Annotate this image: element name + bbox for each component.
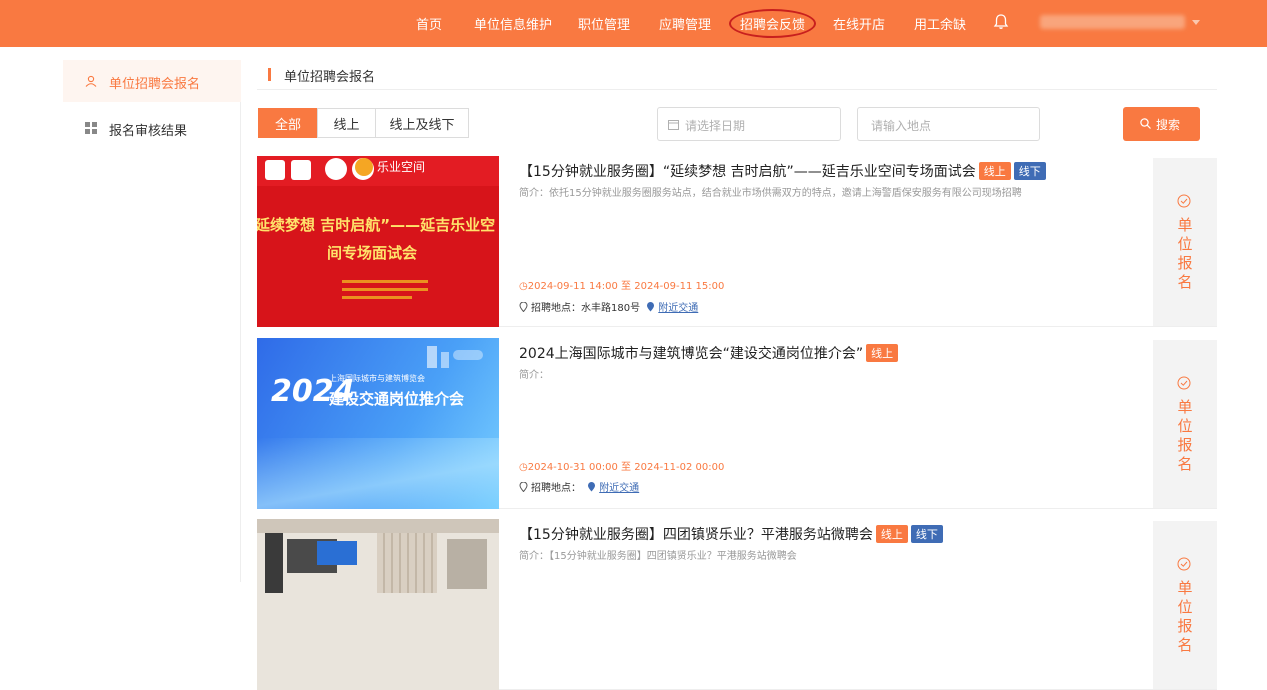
tag-online: 线上 bbox=[866, 344, 899, 362]
sidebar-item-label: 单位招聘会报名 bbox=[109, 77, 201, 92]
poster-headline: 延续梦想 吉时启航”——延吉乐业空 bbox=[257, 216, 496, 234]
poster-logo-text: 乐业空间 bbox=[377, 160, 426, 174]
nav-online-shop[interactable]: 在线开店 bbox=[833, 14, 885, 33]
location-label: 招聘地点： bbox=[531, 303, 581, 314]
search-label: 搜索 bbox=[1156, 118, 1181, 132]
tag-online: 线上 bbox=[978, 162, 1011, 180]
map-pin-icon bbox=[588, 482, 596, 492]
time-separator: 至 bbox=[621, 462, 632, 473]
page-title: 单位招聘会报名 bbox=[284, 70, 376, 85]
date-placeholder: 请选择日期 bbox=[685, 119, 746, 133]
apply-button[interactable]: 单位报名 bbox=[1153, 340, 1217, 508]
tab-all[interactable]: 全部 bbox=[258, 108, 318, 138]
breadcrumb: 单位招聘会报名 bbox=[257, 62, 1217, 90]
fair-intro: 简介：【15分钟就业服务圈】四团镇贤乐业？平港服务站微聘会 bbox=[519, 551, 797, 562]
time-separator: 至 bbox=[621, 281, 632, 292]
user-icon bbox=[85, 75, 97, 87]
sidebar-item-review-results[interactable]: 报名审核结果 bbox=[63, 107, 241, 149]
apply-button[interactable]: 单位报名 bbox=[1153, 521, 1217, 689]
location-placeholder: 请输入地点 bbox=[871, 119, 932, 133]
check-circle-icon bbox=[1177, 376, 1191, 390]
check-circle-icon bbox=[1177, 194, 1191, 208]
time-start: 2024-10-31 00:00 bbox=[527, 462, 618, 473]
fair-time: ◷2024-09-11 14:00 至 2024-09-11 15:00 bbox=[519, 277, 724, 292]
fair-title-text: 【15分钟就业服务圈】四团镇贤乐业？平港服务站微聘会 bbox=[519, 527, 873, 543]
apply-label: 单位报名 bbox=[1177, 216, 1193, 291]
time-start: 2024-09-11 14:00 bbox=[527, 281, 618, 292]
tab-online-offline[interactable]: 线上及线下 bbox=[375, 108, 469, 138]
job-fair-card: 2024 上海国际城市与建筑博览会 建设交通岗位推介会 2024上海国际城市与建… bbox=[257, 338, 1217, 509]
fair-poster-image[interactable]: 2024 上海国际城市与建筑博览会 建设交通岗位推介会 bbox=[257, 338, 499, 509]
time-end: 2024-11-02 00:00 bbox=[634, 462, 725, 473]
grid-icon bbox=[85, 122, 97, 134]
tag-online: 线上 bbox=[875, 525, 908, 543]
search-icon bbox=[1140, 118, 1151, 129]
poster-headline: 建设交通岗位推介会 bbox=[329, 390, 465, 408]
nearby-traffic-link[interactable]: 附近交通 bbox=[599, 483, 639, 494]
nav-application-management[interactable]: 应聘管理 bbox=[659, 14, 711, 33]
tab-online[interactable]: 线上 bbox=[317, 108, 376, 138]
bell-icon[interactable] bbox=[993, 13, 1009, 31]
poster-subtitle: 上海国际城市与建筑博览会 bbox=[329, 374, 425, 383]
fair-title-text: 【15分钟就业服务圈】“延续梦想 吉时启航”——延吉乐业空间专场面试会 bbox=[519, 164, 976, 180]
tag-offline: 线下 bbox=[910, 525, 943, 543]
sidebar: 单位招聘会报名 报名审核结果 bbox=[63, 60, 241, 582]
search-button[interactable]: 搜索 bbox=[1123, 107, 1200, 141]
clock-icon: ◷ bbox=[519, 462, 528, 473]
apply-button[interactable]: 单位报名 bbox=[1153, 158, 1217, 326]
fair-intro: 简介：依托15分钟就业服务圈服务站点，结合就业市场供需双方的特点，邀请上海警盾保… bbox=[519, 188, 1022, 199]
filter-tabs: 全部 线上 线上及线下 bbox=[258, 108, 469, 138]
calendar-icon bbox=[668, 120, 679, 130]
fair-title-text: 2024上海国际城市与建筑博览会“建设交通岗位推介会” bbox=[519, 346, 864, 362]
nearby-traffic-link[interactable]: 附近交通 bbox=[658, 303, 698, 314]
nav-job-management[interactable]: 职位管理 bbox=[578, 14, 630, 33]
location-label: 招聘地点： bbox=[531, 483, 581, 494]
fair-location: 招聘地点：水丰路180号 附近交通 bbox=[519, 299, 698, 314]
fair-poster-image[interactable]: 乐业空间 延续梦想 吉时启航”——延吉乐业空 间专场面试会 bbox=[257, 156, 499, 327]
clock-icon: ◷ bbox=[519, 281, 528, 292]
fair-poster-image[interactable] bbox=[257, 519, 499, 690]
location-value: 水丰路180号 bbox=[581, 303, 641, 314]
top-navbar: 首页 单位信息维护 职位管理 应聘管理 招聘会反馈 在线开店 用工余缺 bbox=[0, 0, 1267, 47]
nav-labor-surplus[interactable]: 用工余缺 bbox=[914, 14, 966, 33]
job-fair-card: 乐业空间 延续梦想 吉时启航”——延吉乐业空 间专场面试会 【15分钟就业服务圈… bbox=[257, 156, 1217, 327]
nav-home[interactable]: 首页 bbox=[416, 14, 442, 33]
apply-label: 单位报名 bbox=[1177, 398, 1193, 473]
job-fair-card: 【15分钟就业服务圈】四团镇贤乐业？平港服务站微聘会 线上 线下 简介：【15分钟就… bbox=[257, 519, 1217, 690]
sidebar-item-label: 报名审核结果 bbox=[109, 124, 188, 139]
check-circle-icon bbox=[1177, 557, 1191, 571]
location-input[interactable]: 请输入地点 bbox=[857, 107, 1040, 141]
fair-title[interactable]: 2024上海国际城市与建筑博览会“建设交通岗位推介会” 线上 bbox=[519, 343, 899, 363]
title-marker bbox=[268, 68, 271, 81]
fair-time: ◷2024-10-31 00:00 至 2024-11-02 00:00 bbox=[519, 458, 724, 473]
fair-title[interactable]: 【15分钟就业服务圈】四团镇贤乐业？平港服务站微聘会 线上 线下 bbox=[519, 524, 943, 544]
apply-label: 单位报名 bbox=[1177, 579, 1193, 654]
poster-headline: 间专场面试会 bbox=[327, 244, 418, 262]
user-name-blurred[interactable] bbox=[1040, 15, 1185, 29]
fair-title[interactable]: 【15分钟就业服务圈】“延续梦想 吉时启航”——延吉乐业空间专场面试会 线上 线下 bbox=[519, 161, 1046, 181]
chevron-down-icon[interactable] bbox=[1192, 20, 1200, 25]
location-pin-icon bbox=[519, 302, 528, 312]
sidebar-item-fair-registration[interactable]: 单位招聘会报名 bbox=[63, 60, 241, 102]
location-pin-icon bbox=[519, 482, 528, 492]
nav-job-fair-feedback[interactable]: 招聘会反馈 bbox=[729, 9, 817, 38]
nav-unit-info[interactable]: 单位信息维护 bbox=[474, 14, 552, 33]
fair-intro: 简介： bbox=[519, 370, 549, 381]
fair-location: 招聘地点： 附近交通 bbox=[519, 479, 639, 494]
date-picker-input[interactable]: 请选择日期 bbox=[657, 107, 841, 141]
time-end: 2024-09-11 15:00 bbox=[634, 281, 725, 292]
map-pin-icon bbox=[647, 302, 655, 312]
tag-offline: 线下 bbox=[1013, 162, 1046, 180]
